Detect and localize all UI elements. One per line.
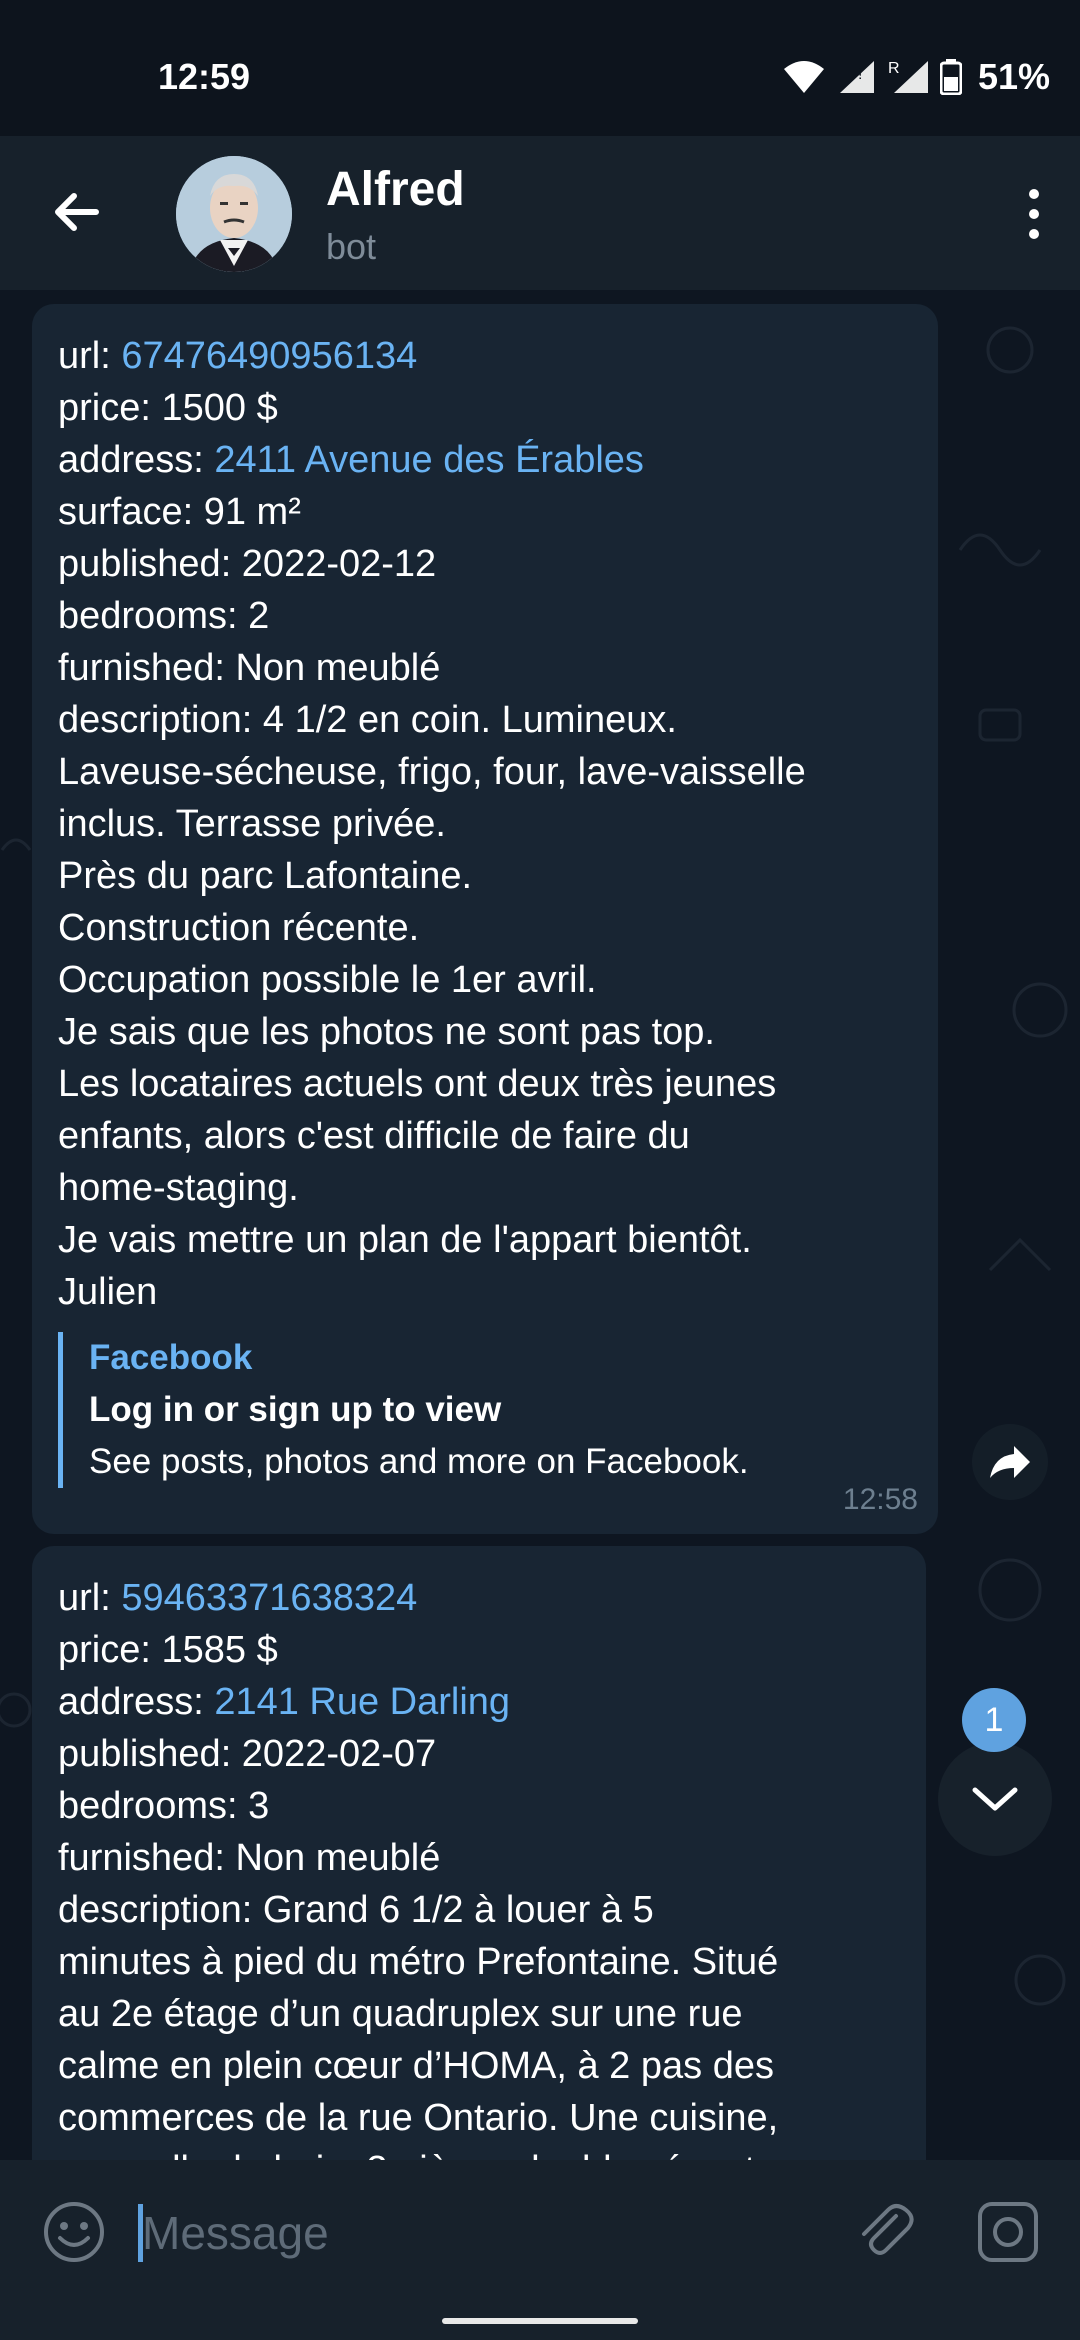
description-line: une salle de bain, 3 pièces double vécu,…	[58, 2144, 900, 2160]
chevron-down-icon	[972, 1787, 1018, 1811]
link-preview-description: See posts, photos and more on Facebook.	[89, 1442, 749, 1481]
forward-icon	[990, 1446, 1030, 1478]
butler-avatar-icon	[176, 156, 292, 272]
url-link[interactable]: 59463371638324	[121, 1577, 417, 1619]
url-line: url: 59463371638324	[58, 1572, 900, 1624]
avatar[interactable]	[176, 156, 292, 272]
home-gesture-handle[interactable]	[442, 2318, 638, 2324]
signal-roaming-icon: R	[888, 60, 928, 93]
back-arrow-icon[interactable]	[46, 180, 110, 244]
wifi-icon	[783, 61, 824, 93]
status-icons: ! R 51%	[782, 56, 1050, 98]
status-bar: 12:59 ! R 51%	[0, 0, 1080, 136]
published-line: published: 2022-02-12	[58, 543, 437, 585]
furnished-line: furnished: Non meublé	[58, 647, 441, 689]
description-line: home-staging.	[58, 1167, 299, 1209]
description-line: au 2e étage d’un quadruplex sur une rue	[58, 1993, 743, 2035]
price-line: price: 1500 $	[58, 387, 278, 429]
description-line: Julien	[58, 1271, 158, 1313]
url-link[interactable]: 67476490956134	[121, 335, 417, 377]
message-input[interactable]	[140, 2196, 824, 2270]
url-label: url:	[58, 1577, 122, 1619]
unread-count-badge: 1	[962, 1688, 1026, 1752]
link-preview-site: Facebook	[89, 1338, 253, 1377]
description-line: Occupation possible le 1er avril.	[58, 959, 597, 1001]
battery-percent: 51%	[977, 56, 1050, 97]
address-link[interactable]: 2411 Avenue des Érables	[214, 439, 644, 481]
description-line: Je vais mettre un plan de l'appart bient…	[58, 1219, 752, 1261]
address-link[interactable]: 2141 Rue Darling	[214, 1681, 510, 1723]
link-preview-title: Log in or sign up to view	[89, 1390, 502, 1429]
description-line: Près du parc Lafontaine.	[58, 855, 473, 897]
camera-icon[interactable]	[976, 2200, 1040, 2264]
description-line: commerces de la rue Ontario. Une cuisine…	[58, 2097, 779, 2139]
description-line: enfants, alors c'est difficile de faire …	[58, 1115, 690, 1157]
scroll-to-bottom-button[interactable]	[938, 1742, 1052, 1856]
description-line: calme en plein cœur d’HOMA, à 2 pas des	[58, 2045, 774, 2087]
description-line: description: Grand 6 1/2 à louer à 5	[58, 1889, 654, 1931]
surface-line: surface: 91 m²	[58, 491, 301, 533]
chat-area[interactable]: url: 67476490956134 price: 1500 $ addres…	[0, 290, 1080, 2160]
navigation-bar	[0, 2300, 1080, 2340]
chat-title: Alfred	[326, 163, 465, 216]
address-label: address:	[58, 439, 215, 481]
description-line: minutes à pied du métro Prefontaine. Sit…	[58, 1941, 779, 1983]
chat-subtitle: bot	[326, 226, 377, 267]
furnished-line: furnished: Non meublé	[58, 1837, 441, 1879]
bedrooms-line: bedrooms: 2	[58, 595, 270, 637]
battery-icon	[939, 59, 962, 95]
emoji-icon[interactable]	[42, 2200, 106, 2264]
paperclip-icon[interactable]	[850, 2196, 920, 2266]
chat-header: Alfred bot	[0, 136, 1080, 290]
description-line: description: 4 1/2 en coin. Lumineux.	[58, 699, 677, 741]
url-label: url:	[58, 335, 122, 377]
description-line: Construction récente.	[58, 907, 420, 949]
address-line: address: 2141 Rue Darling	[58, 1676, 900, 1728]
message-time: 12:58	[842, 1483, 918, 1516]
address-label: address:	[58, 1681, 215, 1723]
published-line: published: 2022-02-07	[58, 1733, 437, 1775]
description-line: inclus. Terrasse privée.	[58, 803, 446, 845]
message-bubble[interactable]: url: 67476490956134 price: 1500 $ addres…	[32, 304, 938, 1534]
message-bubble[interactable]: url: 59463371638324 price: 1585 $ addres…	[32, 1546, 926, 2160]
forward-button[interactable]	[972, 1424, 1048, 1500]
bedrooms-line: bedrooms: 3	[58, 1785, 270, 1827]
price-line: price: 1585 $	[58, 1629, 278, 1671]
url-line: url: 67476490956134	[58, 330, 912, 382]
signal-icon: !	[839, 61, 874, 93]
svg-text:R: R	[888, 60, 900, 77]
message-composer	[0, 2160, 1080, 2300]
more-vert-icon[interactable]	[1014, 184, 1054, 244]
description-line: Je sais que les photos ne sont pas top.	[58, 1011, 715, 1053]
svg-text:!: !	[858, 66, 862, 83]
description-line: Les locataires actuels ont deux très jeu…	[58, 1063, 777, 1105]
link-preview[interactable]: Facebook Log in or sign up to view See p…	[58, 1332, 912, 1488]
status-time: 12:59	[158, 56, 251, 97]
description-line: Laveuse-sécheuse, frigo, four, lave-vais…	[58, 751, 806, 793]
address-line: address: 2411 Avenue des Érables	[58, 434, 912, 486]
